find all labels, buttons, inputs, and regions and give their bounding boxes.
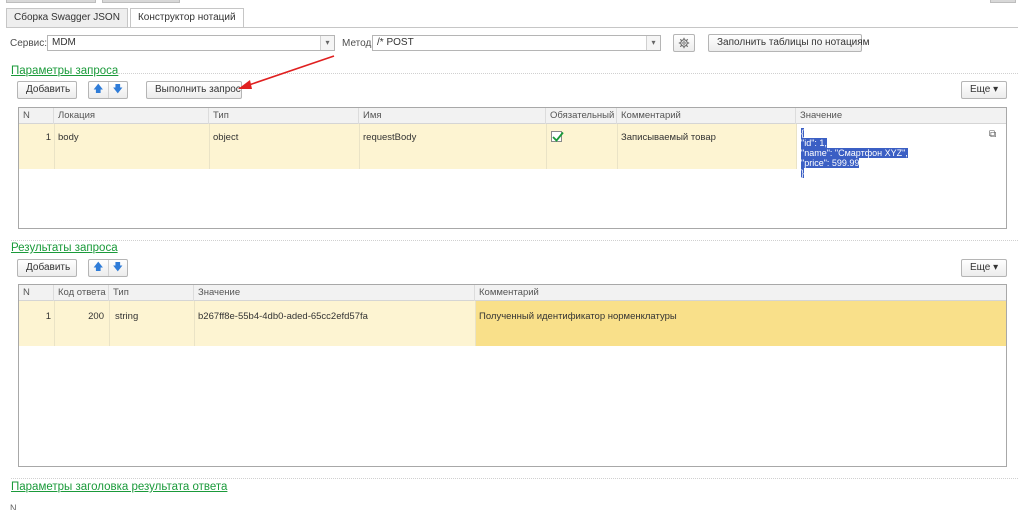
annotation-arrow (238, 55, 335, 89)
col-header-code[interactable]: Код ответа (54, 285, 109, 301)
execute-request-button[interactable]: Выполнить запрос (146, 81, 242, 99)
tab-notation-builder[interactable]: Конструктор нотаций (129, 8, 244, 28)
column-separator (54, 301, 55, 346)
col-header-type[interactable]: Тип (209, 108, 359, 124)
json-line: "name": "Смартфон XYZ", (801, 148, 908, 158)
results-table[interactable]: N Код ответа Тип Значение Комментарий 1 … (18, 284, 1007, 467)
tab-swagger-build[interactable]: Сборка Swagger JSON (6, 8, 128, 28)
col-header-n[interactable]: N (19, 108, 54, 124)
col-header-value[interactable]: Значение (194, 285, 475, 301)
arrow-up-icon[interactable]: 🡅 (89, 260, 109, 276)
request-params-title[interactable]: Параметры запроса (11, 65, 118, 77)
chevron-down-icon[interactable]: ▾ (646, 36, 660, 50)
fill-tables-button[interactable]: Заполнить таблицы по нотациям (708, 34, 870, 52)
cell-comment[interactable]: Записываемый товар (617, 132, 716, 143)
add-param-button[interactable]: Добавить (17, 81, 77, 99)
section-divider (11, 240, 1018, 241)
json-line: } (801, 168, 805, 178)
column-separator (796, 124, 797, 169)
tab-divider (6, 27, 1018, 28)
settings-button[interactable] (673, 34, 695, 52)
column-separator (359, 124, 360, 169)
arrow-up-icon[interactable]: 🡅 (89, 82, 109, 98)
move-buttons[interactable]: 🡅 🡇 (88, 81, 128, 99)
method-select[interactable]: /* POST ▾ (372, 35, 661, 51)
cell-value[interactable]: b267ff8e-55b4-4db0-aded-65cc2efd57fa (194, 311, 368, 322)
cell-comment[interactable]: Полученный идентификатор норменклатуры (475, 311, 677, 322)
add-result-button[interactable]: Добавить (17, 259, 77, 277)
cell-location[interactable]: body (54, 132, 79, 143)
move-buttons[interactable]: 🡅 🡇 (88, 259, 128, 277)
cell-code[interactable]: 200 (79, 311, 104, 322)
row-number: 1 (45, 311, 51, 322)
column-separator (194, 301, 195, 346)
method-label: Метод: (342, 38, 375, 49)
checkmark-icon (552, 131, 564, 142)
column-separator (109, 301, 110, 346)
json-line: "price": 599.99 (801, 158, 860, 168)
service-select[interactable]: MDM ▾ (47, 35, 335, 51)
more-menu-button[interactable]: Еще ▾ (961, 259, 1007, 277)
more-menu-button[interactable]: Еще ▾ (961, 81, 1007, 99)
open-editor-icon[interactable]: ⧉ (989, 129, 996, 140)
col-header-comment[interactable]: Комментарий (617, 108, 796, 124)
cell-name[interactable]: requestBody (359, 132, 416, 143)
col-header-value[interactable]: Значение (796, 108, 1006, 124)
service-value: MDM (52, 37, 76, 48)
table-header: N Код ответа Тип Значение Комментарий (19, 285, 1006, 301)
selected-cell-bg (475, 301, 1006, 346)
col-header-required[interactable]: Обязательный (546, 108, 617, 124)
required-checkbox[interactable] (551, 131, 564, 142)
value-json-editor[interactable]: { "id": 1, "name": "Смартфон XYZ", "pric… (801, 128, 908, 178)
top-toolbar-fragment (6, 0, 96, 3)
section-divider (11, 478, 1018, 479)
top-toolbar-fragment (990, 0, 1016, 3)
method-value: /* POST (377, 37, 414, 48)
column-separator (209, 124, 210, 169)
column-separator (54, 124, 55, 169)
column-separator (546, 124, 547, 169)
cell-type[interactable]: string (111, 311, 138, 322)
column-separator (475, 301, 476, 346)
tab-bar: Сборка Swagger JSON Конструктор нотаций (6, 8, 246, 28)
top-toolbar-fragment (102, 0, 180, 3)
cell-type[interactable]: object (209, 132, 238, 143)
header-params-first-column: N (10, 503, 17, 510)
col-header-n[interactable]: N (19, 285, 54, 301)
col-header-type[interactable]: Тип (109, 285, 194, 301)
column-separator (617, 124, 618, 169)
col-header-name[interactable]: Имя (359, 108, 546, 124)
row-number: 1 (45, 132, 51, 143)
json-line: { (801, 128, 805, 138)
arrow-down-icon[interactable]: 🡇 (109, 82, 128, 98)
col-header-comment[interactable]: Комментарий (475, 285, 1006, 301)
json-line: "id": 1, (801, 138, 827, 148)
request-params-table[interactable]: N Локация Тип Имя Обязательный Комментар… (18, 107, 1007, 229)
chevron-down-icon[interactable]: ▾ (320, 36, 334, 50)
results-title[interactable]: Результаты запроса (11, 242, 118, 254)
header-params-title[interactable]: Параметры заголовка результата ответа (11, 481, 227, 493)
col-header-location[interactable]: Локация (54, 108, 209, 124)
table-header: N Локация Тип Имя Обязательный Комментар… (19, 108, 1006, 124)
gear-icon (678, 37, 690, 49)
service-label: Сервис: (10, 38, 48, 49)
arrow-down-icon[interactable]: 🡇 (109, 260, 128, 276)
